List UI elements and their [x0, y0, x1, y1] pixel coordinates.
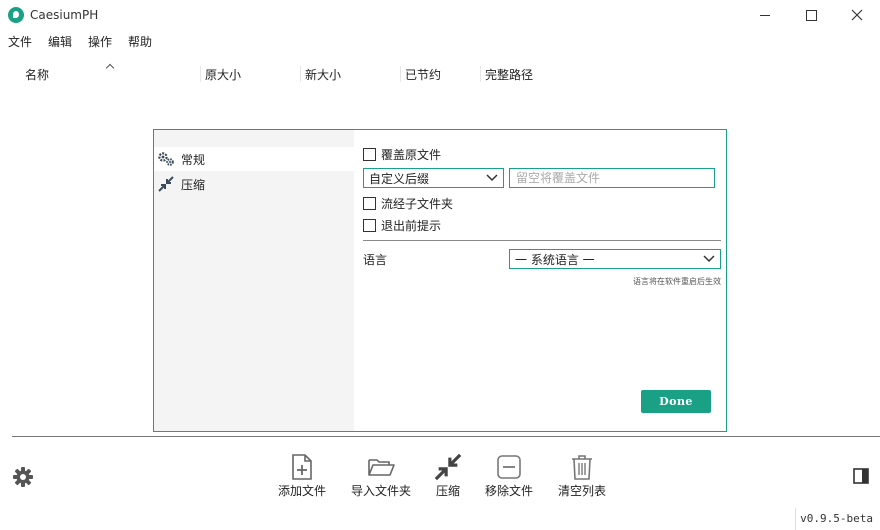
clear-list-button[interactable]: 清空列表 — [557, 452, 607, 499]
import-folder-label: 导入文件夹 — [350, 484, 411, 498]
compress-label: 压缩 — [435, 484, 460, 498]
language-hint: 语言将在软件重启后生效 — [633, 277, 721, 286]
side-panel-icon — [853, 468, 869, 484]
done-button[interactable]: Done — [641, 390, 711, 413]
overwrite-checkbox[interactable] — [363, 147, 376, 161]
clear-list-label: 清空列表 — [557, 484, 606, 498]
folder-open-icon — [367, 452, 395, 482]
maximize-button[interactable] — [788, 0, 834, 30]
subfolders-label: 流经子文件夹 — [381, 196, 454, 211]
settings-dialog: 常规 压缩 覆盖原文件 自定义后缀 流经子文件夹 — [153, 129, 727, 432]
column-saved[interactable]: 已节约 — [405, 66, 441, 83]
menu-help[interactable]: 帮助 — [128, 33, 152, 50]
compress-icon — [434, 452, 462, 482]
side-panel-toggle-button[interactable] — [853, 468, 869, 484]
language-select[interactable]: 一 系统语言 一 — [509, 249, 721, 269]
settings-button[interactable] — [12, 466, 34, 488]
menu-file[interactable]: 文件 — [8, 33, 32, 50]
status-divider — [795, 508, 796, 530]
suffix-select[interactable]: 自定义后缀 — [363, 168, 504, 188]
suffix-input[interactable] — [509, 168, 715, 188]
language-label: 语言 — [363, 253, 388, 267]
settings-nav-compression[interactable]: 压缩 — [154, 172, 354, 196]
column-divider[interactable] — [300, 66, 301, 82]
gears-icon — [157, 150, 175, 168]
add-file-icon — [288, 452, 316, 482]
column-divider[interactable] — [400, 66, 401, 82]
trash-icon — [568, 452, 596, 482]
bottom-divider — [12, 436, 880, 437]
maximize-icon — [805, 9, 817, 21]
column-original-size[interactable]: 原大小 — [205, 66, 241, 83]
prompt-exit-checkbox-row[interactable]: 退出前提示 — [363, 217, 441, 233]
chevron-down-icon — [703, 255, 715, 263]
remove-icon — [495, 452, 523, 482]
prompt-exit-checkbox[interactable] — [363, 218, 376, 232]
language-select-value: 一 系统语言 一 — [515, 252, 595, 267]
remove-file-button[interactable]: 移除文件 — [483, 452, 535, 499]
divider — [363, 240, 721, 241]
settings-nav-label: 压缩 — [181, 177, 206, 192]
subfolders-checkbox[interactable] — [363, 196, 376, 210]
import-folder-button[interactable]: 导入文件夹 — [349, 452, 413, 499]
minimize-icon — [760, 14, 770, 16]
close-button[interactable] — [834, 0, 880, 30]
column-divider[interactable] — [480, 66, 481, 82]
menu-edit[interactable]: 编辑 — [48, 33, 72, 50]
prompt-exit-label: 退出前提示 — [381, 218, 442, 233]
menu-action[interactable]: 操作 — [88, 33, 112, 50]
settings-nav-label: 常规 — [181, 152, 206, 167]
app-logo-icon — [8, 7, 24, 23]
sort-up-icon — [106, 62, 114, 70]
settings-sidebar: 常规 压缩 — [154, 130, 354, 431]
subfolders-checkbox-row[interactable]: 流经子文件夹 — [363, 195, 453, 211]
column-full-path[interactable]: 完整路径 — [485, 66, 533, 83]
compress-button[interactable]: 压缩 — [432, 452, 464, 499]
settings-content: 覆盖原文件 自定义后缀 流经子文件夹 退出前提示 语言 一 系统语言 一 语言将… — [354, 130, 726, 431]
minimize-button[interactable] — [742, 0, 788, 30]
compress-icon — [157, 175, 175, 193]
version-label: v0.9.5-beta — [800, 512, 873, 525]
column-new-size[interactable]: 新大小 — [305, 66, 341, 83]
chevron-down-icon — [486, 174, 498, 182]
file-table-header: 名称 原大小 新大小 已节约 完整路径 — [0, 62, 880, 86]
column-divider[interactable] — [200, 66, 201, 82]
overwrite-label: 覆盖原文件 — [381, 147, 442, 162]
suffix-select-value: 自定义后缀 — [369, 171, 430, 186]
gear-icon — [13, 467, 33, 487]
remove-file-label: 移除文件 — [484, 484, 533, 498]
title-bar: CaesiumPH — [0, 0, 880, 30]
overwrite-checkbox-row[interactable]: 覆盖原文件 — [363, 146, 441, 162]
settings-nav-general[interactable]: 常规 — [154, 147, 354, 171]
window-title: CaesiumPH — [30, 8, 99, 22]
add-file-button[interactable]: 添加文件 — [277, 452, 327, 499]
close-icon — [851, 9, 863, 21]
add-file-label: 添加文件 — [277, 484, 326, 498]
column-name[interactable]: 名称 — [25, 66, 49, 83]
